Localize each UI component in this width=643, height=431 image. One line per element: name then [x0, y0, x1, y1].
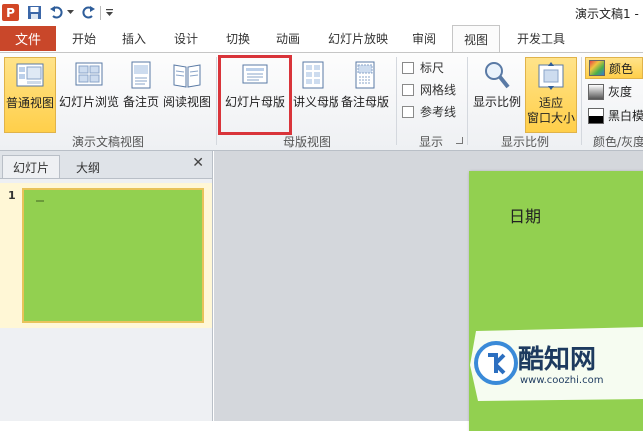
slide-thumbnail[interactable]: [22, 188, 204, 323]
color-swatch-icon: [589, 60, 605, 76]
slide-number: 1: [8, 189, 16, 202]
reading-view-label: 阅读视图: [162, 95, 211, 109]
gridlines-label: 网格线: [420, 83, 457, 97]
notes-master-icon: [355, 61, 375, 89]
notes-master-label: 备注母版: [340, 95, 389, 109]
notes-page-button[interactable]: 备注页: [122, 57, 160, 133]
slide-master-button[interactable]: 幻灯片母版: [218, 55, 292, 135]
checkbox-icon: [402, 83, 414, 96]
powerpoint-app-icon[interactable]: P: [2, 4, 19, 21]
ribbon: 普通视图 幻灯片浏览 备注页 阅读视图 演示文稿视图 幻灯片母版 讲义母版 备注…: [0, 52, 643, 151]
group-color-label: 颜色/灰度: [593, 135, 643, 149]
ruler-label: 标尺: [420, 61, 445, 75]
date-placeholder[interactable]: 日期: [509, 203, 541, 227]
normal-view-icon: [16, 63, 44, 87]
slide-master-icon: [242, 64, 268, 84]
guides-checkbox[interactable]: 参考线: [402, 103, 456, 120]
tab-outline[interactable]: 大纲: [60, 156, 116, 178]
zoom-button[interactable]: 显示比例: [471, 57, 523, 133]
watermark-name: 酷知网: [518, 345, 597, 375]
black-white-label: 黑白模: [608, 109, 643, 123]
title-bar: P 演示文稿1 -: [0, 0, 643, 26]
black-white-button[interactable]: 黑白模: [588, 107, 643, 124]
slide-sorter-icon: [75, 62, 103, 86]
ribbon-tab-bar: 文件 开始 插入 设计 切换 动画 幻灯片放映 审阅 视图 开发工具: [0, 25, 643, 52]
tab-developer[interactable]: 开发工具: [510, 26, 572, 51]
normal-view-label: 普通视图: [5, 96, 54, 110]
tab-design[interactable]: 设计: [166, 26, 206, 51]
slide-master-label: 幻灯片母版: [224, 95, 285, 109]
group-presentation-views-label: 演示文稿视图: [71, 135, 144, 149]
undo-icon[interactable]: [48, 4, 65, 21]
slide-canvas: 日期 酷知网 www.coozhi.com: [214, 151, 643, 431]
qat-separator: [100, 6, 101, 20]
group-master-views-label: 母版视图: [282, 135, 331, 149]
guides-label: 参考线: [420, 105, 457, 119]
tab-slides[interactable]: 幻灯片: [2, 155, 60, 178]
group-separator: [396, 57, 397, 145]
tab-home[interactable]: 开始: [64, 26, 104, 51]
gridlines-checkbox[interactable]: 网格线: [402, 81, 456, 98]
slides-pane: 幻灯片 大纲 ✕ 1: [0, 151, 213, 421]
redo-icon[interactable]: [80, 4, 97, 21]
notes-page-label: 备注页: [122, 95, 159, 109]
black-white-swatch-icon: [588, 107, 604, 124]
fit-to-window-icon: [538, 62, 564, 90]
customize-qat-icon[interactable]: [104, 4, 114, 21]
group-separator: [216, 57, 217, 145]
color-button[interactable]: 颜色: [585, 57, 643, 79]
fit-to-window-label: 适应 窗口大小: [526, 96, 575, 125]
tab-view[interactable]: 视图: [452, 25, 500, 52]
dialog-launcher-icon[interactable]: [456, 137, 463, 144]
slide-sorter-button[interactable]: 幻灯片浏览: [58, 57, 120, 133]
ruler-checkbox[interactable]: 标尺: [402, 59, 444, 76]
group-show-label: 显示: [418, 135, 443, 149]
save-icon[interactable]: [26, 4, 43, 21]
group-separator: [467, 57, 468, 145]
fit-to-window-button[interactable]: 适应 窗口大小: [525, 57, 577, 133]
reading-view-icon: [173, 64, 201, 88]
document-title: 演示文稿1 -: [575, 7, 639, 21]
checkbox-icon: [402, 61, 414, 74]
grayscale-swatch-icon: [588, 83, 604, 100]
tab-review[interactable]: 审阅: [404, 26, 444, 51]
tab-slide-show[interactable]: 幻灯片放映: [322, 26, 394, 51]
pane-tab-strip: 幻灯片 大纲 ✕: [0, 151, 212, 179]
watermark: 酷知网 www.coozhi.com: [466, 325, 643, 403]
thumbnail-date-placeholder: [36, 200, 44, 202]
group-zoom-label: 显示比例: [500, 135, 549, 149]
notes-master-button[interactable]: 备注母版: [338, 57, 392, 133]
watermark-url: www.coozhi.com: [520, 375, 604, 386]
undo-dropdown-icon[interactable]: [66, 4, 75, 21]
slide-thumbnail-row[interactable]: 1: [0, 183, 212, 328]
tab-insert[interactable]: 插入: [114, 26, 154, 51]
tab-transitions[interactable]: 切换: [218, 26, 258, 51]
zoom-label: 显示比例: [472, 95, 521, 109]
checkbox-icon: [402, 105, 414, 118]
handout-master-label: 讲义母版: [293, 95, 338, 109]
reading-view-button[interactable]: 阅读视图: [162, 57, 212, 133]
group-separator: [581, 57, 582, 145]
tab-animations[interactable]: 动画: [268, 26, 308, 51]
tab-file[interactable]: 文件: [0, 26, 56, 51]
color-label: 颜色: [609, 61, 634, 76]
handout-master-button[interactable]: 讲义母版: [288, 57, 338, 133]
handout-master-icon: [302, 61, 324, 89]
grayscale-label: 灰度: [608, 85, 633, 99]
close-pane-icon[interactable]: ✕: [192, 155, 204, 171]
normal-view-button[interactable]: 普通视图: [4, 57, 56, 133]
notes-page-icon: [131, 61, 151, 89]
grayscale-button[interactable]: 灰度: [588, 83, 632, 100]
slide-sorter-label: 幻灯片浏览: [58, 95, 119, 109]
zoom-magnifier-icon: [485, 62, 510, 89]
